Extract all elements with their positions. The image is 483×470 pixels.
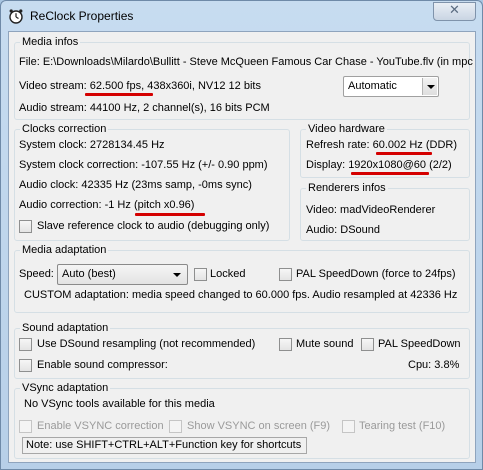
sound-adaptation-legend: Sound adaptation <box>20 322 111 335</box>
clocks-correction-group: Clocks correction System clock: 2728134.… <box>14 123 290 241</box>
audio-stream-text: Audio stream: 44100 Hz, 2 channel(s), 16… <box>19 102 270 114</box>
vsync-adaptation-legend: VSync adaptation <box>20 382 111 395</box>
speed-select[interactable]: Auto (best) <box>57 264 188 285</box>
display-text: Display: 1920x1080@60 (2/2) <box>306 159 452 172</box>
system-clock-text: System clock: 2728134.45 Hz <box>19 139 165 151</box>
audio-correction-label: Audio correction: -1 Hz <box>19 199 134 211</box>
pitch-annotation-underline <box>135 213 205 216</box>
refresh-rate-annotation-underline <box>376 152 432 155</box>
display-suffix: (2/2) <box>426 159 452 171</box>
slave-reference-clock-checkbox[interactable] <box>19 220 32 233</box>
refresh-rate-value: 60.002 Hz <box>372 139 423 151</box>
clocks-correction-legend: Clocks correction <box>20 123 109 136</box>
refresh-rate-text: Refresh rate: 60.002 Hz (DDR) <box>306 139 457 152</box>
enable-vsync-checkbox[interactable] <box>19 420 32 433</box>
display-label: Display: <box>306 159 349 171</box>
file-path-text: File: E:\Downloads\Milardo\Bullitt - Ste… <box>19 56 473 68</box>
video-stream-details: , 438x360i, NV12 12 bits <box>141 80 261 92</box>
display-value: 1920x1080@60 <box>348 159 427 171</box>
media-infos-group: Media infos File: E:\Downloads\Milardo\B… <box>14 36 473 120</box>
media-infos-legend: Media infos <box>20 36 81 49</box>
renderer-mode-select[interactable]: Automatic <box>343 76 439 97</box>
video-renderer-text: Video: madVideoRenderer <box>306 204 436 216</box>
pal-speeddown-label[interactable]: PAL SpeedDown <box>378 338 461 351</box>
dsound-resampling-checkbox[interactable] <box>19 338 32 351</box>
fps-annotation-underline <box>85 93 153 96</box>
renderers-infos-group: Renderers infos Video: madVideoRenderer … <box>300 182 470 241</box>
speed-select-value: Auto (best) <box>62 268 116 280</box>
sound-compressor-checkbox[interactable] <box>19 359 32 372</box>
audio-clock-text: Audio clock: 42335 Hz (23ms samp, -0ms s… <box>19 179 252 191</box>
locked-label[interactable]: Locked <box>210 268 245 281</box>
dsound-resampling-label[interactable]: Use DSound resampling (not recommended) <box>37 338 255 351</box>
video-hardware-legend: Video hardware <box>306 123 387 136</box>
renderers-infos-legend: Renderers infos <box>306 182 388 195</box>
window-title: ReClock Properties <box>30 9 134 23</box>
chevron-down-icon <box>173 273 181 277</box>
sound-adaptation-group: Sound adaptation Use DSound resampling (… <box>14 322 470 379</box>
custom-adaptation-text: CUSTOM adaptation: media speed changed t… <box>24 289 458 301</box>
pal-speeddown-force-label[interactable]: PAL SpeedDown (force to 24fps) <box>296 268 456 281</box>
enable-vsync-label[interactable]: Enable VSYNC correction <box>37 420 164 433</box>
video-stream-label: Video stream: <box>19 80 90 92</box>
refresh-rate-suffix: (DDR) <box>422 139 458 151</box>
media-adaptation-legend: Media adaptation <box>20 244 109 257</box>
audio-correction-pitch: (pitch x0.96) <box>133 199 195 211</box>
refresh-rate-label: Refresh rate: <box>306 139 373 151</box>
audio-renderer-text: Audio: DSound <box>306 224 380 236</box>
mute-sound-checkbox[interactable] <box>279 338 292 351</box>
tearing-test-checkbox[interactable] <box>342 420 355 433</box>
tearing-test-label[interactable]: Tearing test (F10) <box>359 420 445 433</box>
slave-reference-clock-label[interactable]: Slave reference clock to audio (debuggin… <box>37 220 269 233</box>
close-button[interactable]: ✕ <box>433 2 476 21</box>
system-clock-correction-text: System clock correction: -107.55 Hz (+/-… <box>19 159 268 171</box>
close-icon: ✕ <box>449 3 460 18</box>
media-adaptation-group: Media adaptation Speed: Auto (best) Lock… <box>14 244 470 313</box>
show-vsync-checkbox[interactable] <box>169 420 182 433</box>
renderer-mode-value: Automatic <box>348 80 397 92</box>
shortcut-note: Note: use SHIFT+CTRL+ALT+Function key fo… <box>22 437 307 454</box>
reclock-properties-window: ReClock Properties ✕ Media infos File: E… <box>0 0 483 470</box>
locked-checkbox[interactable] <box>194 268 207 281</box>
speed-label: Speed: <box>19 268 54 280</box>
no-vsync-tools-text: No VSync tools available for this media <box>24 398 215 410</box>
display-annotation-underline <box>351 172 429 175</box>
mute-sound-label[interactable]: Mute sound <box>296 338 353 351</box>
pal-speeddown-force-checkbox[interactable] <box>279 268 292 281</box>
pal-speeddown-checkbox[interactable] <box>361 338 374 351</box>
cpu-usage-text: Cpu: 3.8% <box>408 359 460 371</box>
shortcut-note-text: Note: use SHIFT+CTRL+ALT+Function key fo… <box>26 439 302 451</box>
sound-compressor-label[interactable]: Enable sound compressor: <box>37 359 168 372</box>
video-hardware-group: Video hardware Refresh rate: 60.002 Hz (… <box>300 123 470 178</box>
clock-icon <box>9 9 23 24</box>
title-bar[interactable]: ReClock Properties ✕ <box>1 1 482 31</box>
dialog-client-area: Media infos File: E:\Downloads\Milardo\B… <box>8 31 476 463</box>
video-stream-text: Video stream: 62.500 fps, 438x360i, NV12… <box>19 80 261 93</box>
show-vsync-label[interactable]: Show VSYNC on screen (F9) <box>187 420 330 433</box>
audio-correction-text: Audio correction: -1 Hz (pitch x0.96) <box>19 199 194 212</box>
video-stream-fps: 62.500 fps <box>89 80 142 92</box>
chevron-down-icon <box>427 85 435 89</box>
